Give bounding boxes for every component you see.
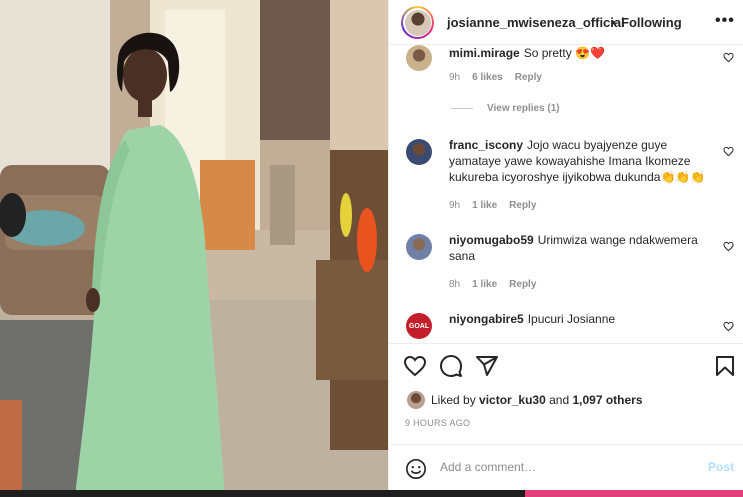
liked-others[interactable]: 1,097 others bbox=[572, 393, 642, 407]
comments-list[interactable]: mimi.mirage So pretty 😍❤️ 9h 6 likes Reply … bbox=[389, 45, 743, 342]
comment-body: So pretty 😍❤️ bbox=[523, 46, 605, 60]
comment-avatar[interactable] bbox=[406, 234, 432, 260]
view-replies-button[interactable]: View replies (1) bbox=[451, 103, 560, 114]
comment-icon[interactable] bbox=[439, 354, 463, 378]
comment-username[interactable]: franc_iscony bbox=[449, 138, 523, 152]
comment-text: niyongabire5 Ipucuri Josianne bbox=[449, 311, 714, 327]
comment-username[interactable]: mimi.mirage bbox=[449, 46, 520, 60]
comment-heart-icon[interactable] bbox=[723, 241, 734, 252]
comment-avatar[interactable]: GOAL bbox=[406, 313, 432, 339]
bottom-strip-accent bbox=[525, 490, 743, 497]
comment-text: mimi.mirage So pretty 😍❤️ bbox=[449, 45, 714, 61]
post-button[interactable]: Post bbox=[708, 460, 734, 474]
separator-dot: • bbox=[611, 15, 616, 30]
post-photo[interactable] bbox=[0, 0, 388, 497]
comment-time: 9h bbox=[449, 72, 461, 83]
comment-avatar[interactable] bbox=[406, 139, 432, 165]
reply-button[interactable]: Reply bbox=[509, 279, 536, 290]
post-panel: josianne_mwiseneza_official • Following … bbox=[388, 0, 743, 497]
author-username[interactable]: josianne_mwiseneza_official bbox=[447, 15, 625, 30]
share-icon[interactable] bbox=[475, 354, 499, 378]
post-timestamp[interactable]: 9 HOURS AGO bbox=[405, 418, 470, 428]
comment-likes[interactable]: 1 like bbox=[472, 200, 497, 211]
comment-meta: 9h 1 like Reply bbox=[449, 200, 548, 211]
comment-input[interactable]: Add a comment… bbox=[440, 460, 536, 474]
following-button[interactable]: Following bbox=[621, 15, 682, 30]
bookmark-icon[interactable] bbox=[713, 354, 737, 378]
author-avatar[interactable] bbox=[401, 6, 434, 39]
more-icon[interactable]: ••• bbox=[715, 12, 735, 30]
liked-by: Liked by victor_ku30 and 1,097 others bbox=[407, 391, 643, 409]
post-image bbox=[0, 0, 388, 497]
comment-text: niyomugabo59 Urimwiza wange ndakwemera sa… bbox=[449, 232, 714, 264]
heart-icon[interactable] bbox=[403, 354, 427, 378]
action-bar bbox=[389, 343, 743, 388]
emoji-icon[interactable] bbox=[405, 458, 427, 480]
comment-heart-icon[interactable] bbox=[723, 146, 734, 157]
bottom-strip bbox=[0, 490, 743, 497]
goal-avatar-text: GOAL bbox=[408, 322, 430, 330]
comment-heart-icon[interactable] bbox=[723, 52, 734, 63]
comment-username[interactable]: niyongabire5 bbox=[449, 312, 524, 326]
liked-user[interactable]: victor_ku30 bbox=[479, 393, 546, 407]
add-comment-bar: Add a comment… Post bbox=[389, 444, 743, 491]
comment-text: franc_iscony Jojo wacu byajyenze guye yam… bbox=[449, 137, 714, 185]
comment-likes[interactable]: 1 like bbox=[472, 279, 497, 290]
liked-prefix: Liked by bbox=[431, 393, 476, 407]
comment-meta: 9h 6 likes Reply bbox=[449, 72, 554, 83]
replies-line bbox=[451, 108, 473, 109]
comment-username[interactable]: niyomugabo59 bbox=[449, 233, 534, 247]
comment-time: 8h bbox=[449, 279, 461, 290]
liked-and: and bbox=[549, 393, 570, 407]
comment-body: Ipucuri Josianne bbox=[527, 312, 616, 326]
comment-time: 9h bbox=[449, 200, 461, 211]
reply-button[interactable]: Reply bbox=[509, 200, 536, 211]
reply-button[interactable]: Reply bbox=[515, 72, 542, 83]
comment-meta: 8h 1 like Reply bbox=[449, 279, 548, 290]
post-header: josianne_mwiseneza_official • Following … bbox=[389, 0, 743, 45]
comment-avatar[interactable] bbox=[406, 45, 432, 71]
liker-avatar[interactable] bbox=[407, 391, 425, 409]
comment-likes[interactable]: 6 likes bbox=[472, 72, 503, 83]
comment-heart-icon[interactable] bbox=[723, 321, 734, 332]
